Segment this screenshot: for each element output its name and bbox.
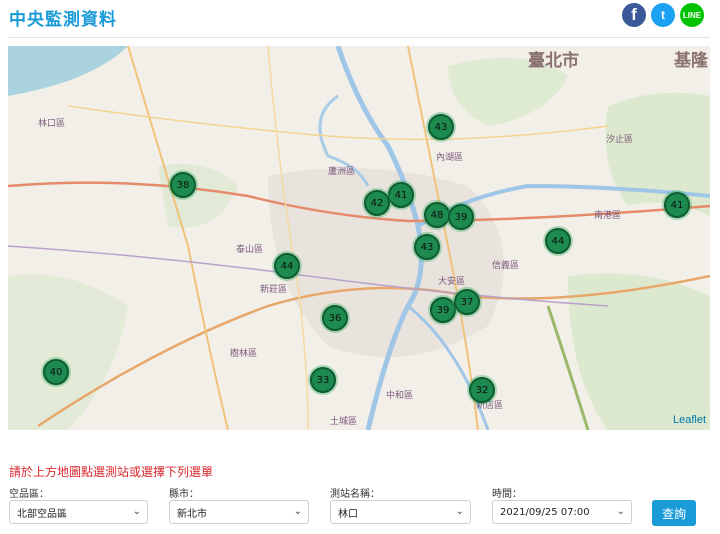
map-district-label: 新莊區: [260, 285, 288, 295]
station-map[interactable]: 臺北市 基隆 林口區 泰山區 新莊區 樹林區 中和區 內湖區 南港區 汐止區 蘆…: [8, 46, 710, 430]
county-select[interactable]: 新北市 ⌄: [169, 500, 309, 524]
time-select[interactable]: 2021/09/25 07:00 ⌄: [492, 500, 632, 524]
map-district-label: 蘆洲區: [328, 167, 356, 177]
station-cluster-marker[interactable]: 37: [454, 289, 480, 315]
station-cluster-marker[interactable]: 44: [545, 228, 571, 254]
station-cluster-marker[interactable]: 39: [448, 204, 474, 230]
chevron-down-icon: ⌄: [616, 506, 625, 517]
map-district-label: 汐止區: [606, 135, 634, 145]
station-cluster-marker[interactable]: 41: [388, 182, 414, 208]
county-label: 縣市：: [169, 489, 199, 500]
chevron-down-icon: ⌄: [293, 506, 302, 517]
chevron-down-icon: ⌄: [455, 506, 464, 517]
map-district-label: 樹林區: [230, 349, 258, 359]
station-cluster-marker[interactable]: 40: [43, 359, 69, 385]
line-share-icon[interactable]: LINE: [680, 3, 704, 27]
station-cluster-marker[interactable]: 33: [310, 367, 336, 393]
station-cluster-marker[interactable]: 44: [274, 253, 300, 279]
map-district-label: 內湖區: [436, 153, 464, 163]
twitter-share-icon[interactable]: t: [651, 3, 675, 27]
county-select-value: 新北市: [177, 508, 207, 520]
station-cluster-marker[interactable]: 36: [322, 305, 348, 331]
map-district-label: 信義區: [492, 261, 520, 271]
station-select-value: 林口: [338, 508, 358, 520]
station-cluster-marker[interactable]: 39: [430, 297, 456, 323]
header-divider: [8, 37, 710, 38]
map-district-label: 南港區: [594, 211, 622, 221]
area-label: 空品區：: [9, 489, 49, 500]
map-base-layer: [8, 46, 710, 430]
station-cluster-marker[interactable]: 48: [424, 202, 450, 228]
station-cluster-marker[interactable]: 32: [469, 377, 495, 403]
page-title: 中央監測資料: [9, 10, 117, 30]
area-select-value: 北部空品區: [17, 508, 67, 520]
map-attribution-link[interactable]: Leaflet: [673, 414, 706, 426]
facebook-share-icon[interactable]: f: [622, 3, 646, 27]
map-district-label: 泰山區: [236, 245, 264, 255]
time-select-value: 2021/09/25 07:00: [500, 506, 590, 518]
station-label: 測站名稱：: [330, 489, 380, 500]
map-city-label: 臺北市: [528, 51, 579, 71]
map-district-label: 土城區: [330, 417, 358, 427]
query-button[interactable]: 查詢: [652, 500, 696, 526]
station-cluster-marker[interactable]: 43: [428, 114, 454, 140]
map-district-label: 中和區: [386, 391, 414, 401]
map-instruction: 請於上方地圖點選測站或選擇下列選單: [9, 465, 214, 479]
station-cluster-marker[interactable]: 43: [414, 234, 440, 260]
station-cluster-marker[interactable]: 41: [664, 192, 690, 218]
area-select[interactable]: 北部空品區 ⌄: [9, 500, 148, 524]
station-select[interactable]: 林口 ⌄: [330, 500, 471, 524]
map-district-label: 林口區: [38, 119, 66, 129]
chevron-down-icon: ⌄: [132, 506, 141, 517]
map-district-label: 大安區: [438, 277, 466, 287]
station-cluster-marker[interactable]: 42: [364, 190, 390, 216]
station-cluster-marker[interactable]: 38: [170, 172, 196, 198]
map-city-label: 基隆: [674, 51, 708, 71]
time-label: 時間：: [492, 489, 522, 500]
